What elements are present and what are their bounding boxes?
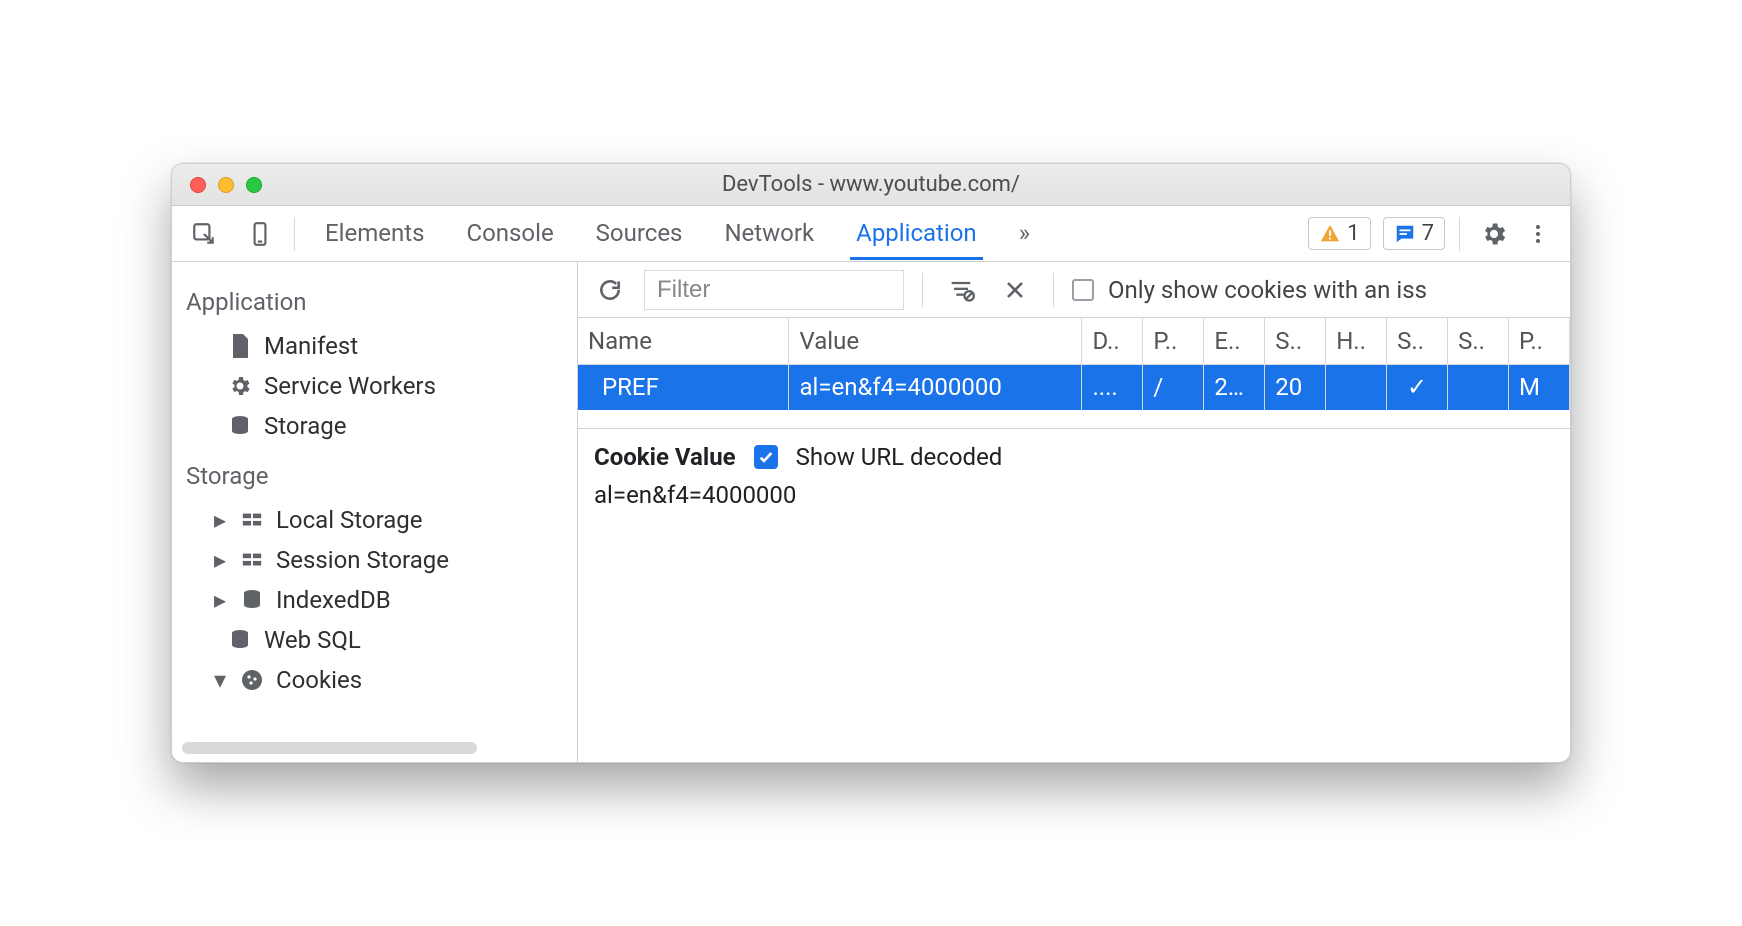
devtools-toolbar: Elements Console Sources Network Applica… [172, 206, 1570, 262]
warnings-count: 1 [1347, 221, 1359, 246]
refresh-icon[interactable] [590, 270, 630, 310]
col-size[interactable]: S.. [1265, 318, 1326, 364]
tabs-overflow-icon[interactable]: » [1013, 207, 1036, 260]
sidebar-item-label: Storage [264, 412, 346, 440]
col-path[interactable]: P.. [1143, 318, 1204, 364]
tab-application[interactable]: Application [850, 207, 983, 260]
warnings-badge[interactable]: 1 [1308, 217, 1370, 250]
caret-right-icon[interactable]: ▸ [212, 546, 228, 574]
sidebar-item-local-storage[interactable]: ▸ Local Storage [186, 500, 573, 540]
cell-priority: M [1509, 364, 1570, 410]
kebab-menu-icon[interactable] [1518, 214, 1558, 254]
sidebar-item-indexeddb[interactable]: ▸ IndexedDB [186, 580, 573, 620]
table-row-empty [578, 410, 1570, 428]
table-header-row: Name Value D.. P.. E.. S.. H.. S.. S.. P… [578, 318, 1570, 364]
tab-console[interactable]: Console [460, 207, 559, 260]
col-name[interactable]: Name [578, 318, 789, 364]
gear-icon [228, 374, 252, 398]
zoom-window-button[interactable] [246, 177, 262, 193]
col-domain[interactable]: D.. [1082, 318, 1143, 364]
only-issues-label: Only show cookies with an iss [1108, 276, 1427, 304]
table-row[interactable]: PREF al=en&f4=4000000 .... / 2… 20 ✓ M [578, 364, 1570, 410]
messages-count: 7 [1422, 221, 1434, 246]
messages-badge[interactable]: 7 [1383, 217, 1445, 250]
content-area: Application Manifest Service Workers Sto… [172, 262, 1570, 762]
tab-sources[interactable]: Sources [590, 207, 689, 260]
filter-input[interactable] [644, 270, 904, 310]
tab-elements[interactable]: Elements [319, 207, 430, 260]
database-icon [240, 588, 264, 612]
cell-path: / [1143, 364, 1204, 410]
tab-network[interactable]: Network [718, 207, 820, 260]
url-decoded-label: Show URL decoded [796, 443, 1003, 471]
cookie-decoded-value: al=en&f4=4000000 [594, 481, 1554, 509]
col-samesite[interactable]: S.. [1448, 318, 1509, 364]
clear-all-icon[interactable] [995, 270, 1035, 310]
close-window-button[interactable] [190, 177, 206, 193]
caret-down-icon[interactable]: ▾ [212, 666, 228, 694]
cell-samesite [1448, 364, 1509, 410]
cell-size: 20 [1265, 364, 1326, 410]
device-toggle-icon[interactable] [240, 214, 280, 254]
section-application: Application [186, 288, 573, 316]
cell-name: PREF [578, 364, 789, 410]
caret-right-icon[interactable]: ▸ [212, 586, 228, 614]
inspect-element-icon[interactable] [184, 214, 224, 254]
file-icon [228, 334, 252, 358]
sidebar-item-session-storage[interactable]: ▸ Session Storage [186, 540, 573, 580]
sidebar-item-cookies[interactable]: ▾ Cookies [186, 660, 573, 700]
col-httponly[interactable]: H.. [1326, 318, 1387, 364]
database-icon [228, 628, 252, 652]
cookie-icon [240, 668, 264, 692]
sidebar-item-label: Manifest [264, 332, 358, 360]
col-priority[interactable]: P.. [1509, 318, 1570, 364]
cookie-value-title: Cookie Value [594, 443, 736, 471]
grid-icon [240, 508, 264, 532]
col-expires[interactable]: E.. [1204, 318, 1265, 364]
sidebar-item-manifest[interactable]: Manifest [186, 326, 573, 366]
warning-icon [1319, 223, 1341, 245]
cookies-toolbar: Only show cookies with an iss [578, 262, 1570, 318]
cell-secure: ✓ [1387, 364, 1448, 410]
devtools-window: DevTools - www.youtube.com/ Elements Con… [171, 163, 1571, 763]
sidebar-item-label: Cookies [276, 666, 362, 694]
sidebar-scrollbar[interactable] [182, 742, 477, 754]
col-secure[interactable]: S.. [1387, 318, 1448, 364]
cell-value: al=en&f4=4000000 [789, 364, 1082, 410]
grid-icon [240, 548, 264, 572]
cell-expires: 2… [1204, 364, 1265, 410]
sidebar-item-label: Web SQL [264, 626, 361, 654]
sidebar-item-label: Session Storage [276, 546, 449, 574]
cookies-panel: Only show cookies with an iss Name Value… [578, 262, 1570, 762]
settings-gear-icon[interactable] [1474, 214, 1514, 254]
url-decoded-checkbox[interactable] [754, 445, 778, 469]
only-issues-checkbox[interactable] [1072, 279, 1094, 301]
window-traffic-lights [190, 177, 262, 193]
caret-right-icon[interactable]: ▸ [212, 506, 228, 534]
message-icon [1394, 223, 1416, 245]
sidebar-item-websql[interactable]: Web SQL [186, 620, 573, 660]
clear-filtered-icon[interactable] [941, 270, 981, 310]
section-storage: Storage [186, 462, 573, 490]
cookie-value-pane: Cookie Value Show URL decoded al=en&f4=4… [578, 429, 1570, 523]
sidebar-item-service-workers[interactable]: Service Workers [186, 366, 573, 406]
sidebar-item-label: Local Storage [276, 506, 423, 534]
sidebar-item-label: Service Workers [264, 372, 436, 400]
application-sidebar: Application Manifest Service Workers Sto… [172, 262, 578, 762]
minimize-window-button[interactable] [218, 177, 234, 193]
panel-tabs: Elements Console Sources Network Applica… [319, 207, 1036, 260]
sidebar-item-label: IndexedDB [276, 586, 391, 614]
cell-httponly [1326, 364, 1387, 410]
col-value[interactable]: Value [789, 318, 1082, 364]
database-icon [228, 414, 252, 438]
cell-domain: .... [1082, 364, 1143, 410]
cookies-table: Name Value D.. P.. E.. S.. H.. S.. S.. P… [578, 318, 1570, 429]
window-titlebar: DevTools - www.youtube.com/ [172, 164, 1570, 206]
sidebar-item-storage[interactable]: Storage [186, 406, 573, 446]
window-title: DevTools - www.youtube.com/ [172, 172, 1570, 197]
